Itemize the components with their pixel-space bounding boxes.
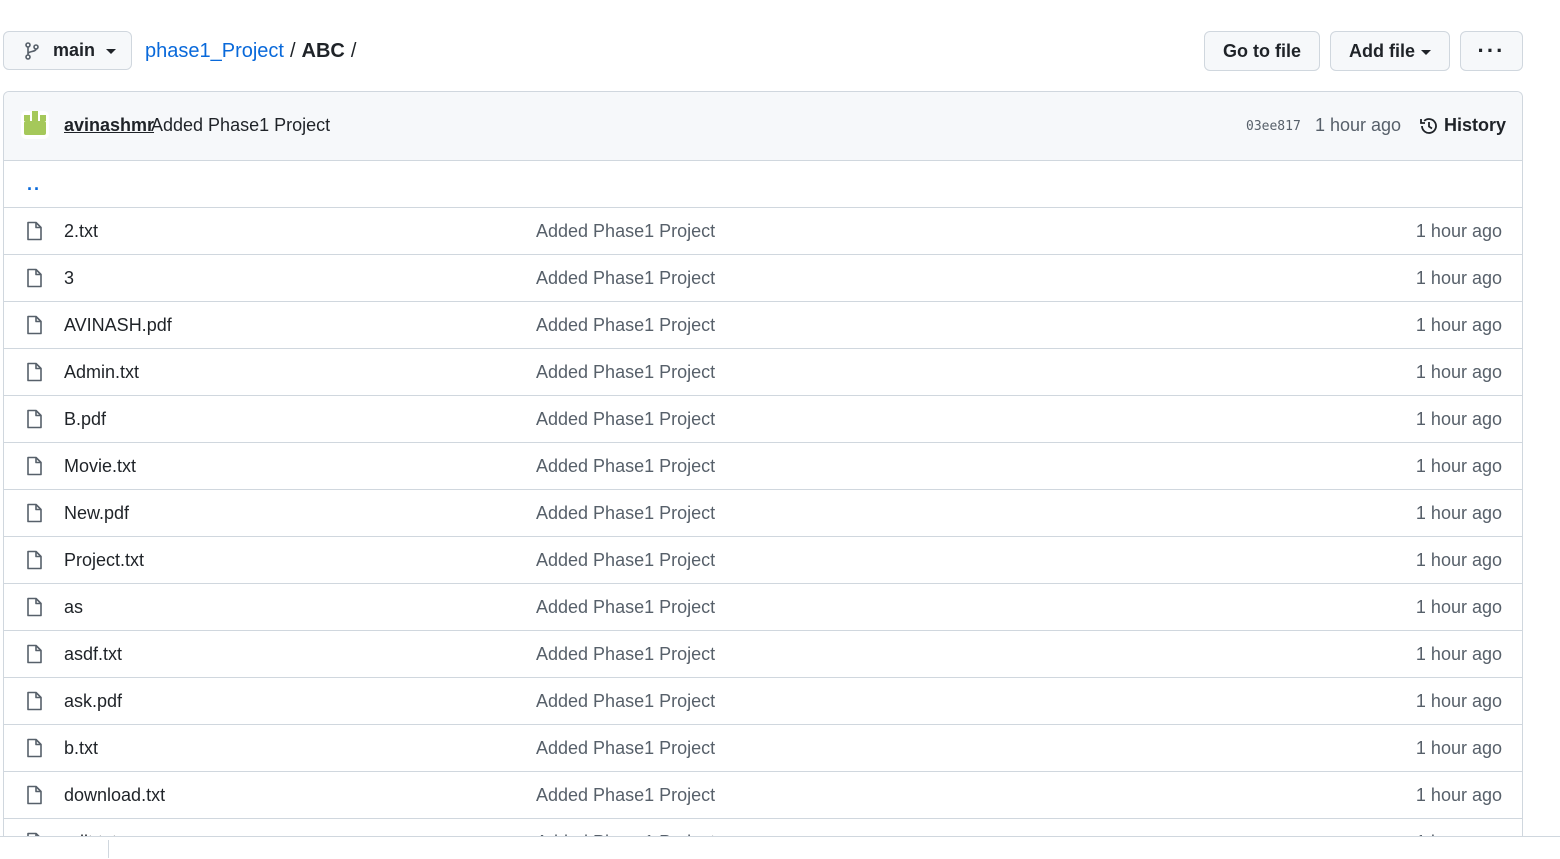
go-to-file-button[interactable]: Go to file: [1204, 31, 1320, 71]
breadcrumb-repo-link[interactable]: phase1_Project: [145, 40, 284, 63]
file-commit-age: 1 hour ago: [1415, 221, 1502, 241]
file-commit-age: 1 hour ago: [1415, 362, 1502, 382]
file-name-link[interactable]: New.pdf: [64, 503, 129, 524]
file-list: 2.txt Added Phase1 Project 1 hour ago 3 Adde…: [4, 208, 1522, 859]
file-row[interactable]: 2.txt Added Phase1 Project 1 hour ago: [4, 208, 1522, 255]
file-name-link[interactable]: 3: [64, 268, 74, 289]
file-row[interactable]: B.pdf Added Phase1 Project 1 hour ago: [4, 396, 1522, 443]
file-row[interactable]: download.txt Added Phase1 Project 1 hour a…: [4, 772, 1522, 819]
file-name-link[interactable]: 2.txt: [64, 221, 98, 242]
file-icon: [25, 691, 43, 711]
file-icon: [25, 362, 43, 382]
history-icon: [1419, 116, 1439, 136]
go-to-file-label: Go to file: [1223, 40, 1301, 61]
breadcrumb: phase1_Project / ABC /: [145, 40, 362, 63]
file-row[interactable]: Project.txt Added Phase1 Project 1 hour ag…: [4, 537, 1522, 584]
file-row[interactable]: AVINASH.pdf Added Phase1 Project 1 hour ag…: [4, 302, 1522, 349]
bottom-bar: [0, 837, 1560, 859]
commit-time: 1 hour ago: [1315, 115, 1402, 135]
file-commit-age: 1 hour ago: [1415, 550, 1502, 570]
file-browser: avinashmr Added Phase1 Project 03ee817 1…: [3, 91, 1523, 859]
file-icon: [25, 456, 43, 476]
commit-message-link[interactable]: Added Phase1 Project: [151, 115, 330, 136]
file-commit-message-link[interactable]: Added Phase1 Project: [536, 550, 715, 571]
file-name-link[interactable]: Movie.txt: [64, 456, 136, 477]
parent-directory-link[interactable]: ..: [27, 174, 41, 195]
file-icon: [25, 503, 43, 523]
caret-down-icon: [106, 49, 117, 54]
file-row[interactable]: Movie.txt Added Phase1 Project 1 hour ago: [4, 443, 1522, 490]
file-commit-message-link[interactable]: Added Phase1 Project: [536, 503, 715, 524]
file-name-link[interactable]: AVINASH.pdf: [64, 315, 172, 336]
caret-down-icon: [1421, 49, 1431, 55]
file-name-link[interactable]: ask.pdf: [64, 691, 122, 712]
file-commit-age: 1 hour ago: [1415, 315, 1502, 335]
git-branch-icon: [24, 41, 40, 60]
file-commit-message-link[interactable]: Added Phase1 Project: [536, 221, 715, 242]
file-commit-age: 1 hour ago: [1415, 456, 1502, 476]
file-row[interactable]: as Added Phase1 Project 1 hour ago: [4, 584, 1522, 631]
file-icon: [25, 409, 43, 429]
file-name-link[interactable]: B.pdf: [64, 409, 106, 430]
history-link[interactable]: History: [1419, 115, 1506, 136]
breadcrumb-separator: /: [289, 40, 296, 62]
file-icon: [25, 738, 43, 758]
avatar[interactable]: [21, 111, 49, 139]
history-label: History: [1444, 115, 1507, 135]
file-name-link[interactable]: Admin.txt: [64, 362, 139, 383]
file-row[interactable]: Admin.txt Added Phase1 Project 1 hour ago: [4, 349, 1522, 396]
file-commit-message-link[interactable]: Added Phase1 Project: [536, 691, 715, 712]
file-commit-age: 1 hour ago: [1415, 268, 1502, 288]
file-commit-age: 1 hour ago: [1415, 503, 1502, 523]
file-commit-message-link[interactable]: Added Phase1 Project: [536, 644, 715, 665]
file-commit-message-link[interactable]: Added Phase1 Project: [536, 409, 715, 430]
breadcrumb-current-dir: ABC: [301, 40, 345, 62]
file-commit-age: 1 hour ago: [1415, 597, 1502, 617]
file-row[interactable]: asdf.txt Added Phase1 Project 1 hour ago: [4, 631, 1522, 678]
breadcrumb-trailing-separator: /: [350, 40, 357, 62]
parent-directory-row[interactable]: ..: [4, 161, 1522, 208]
file-name-link[interactable]: Project.txt: [64, 550, 144, 571]
file-name-link[interactable]: as: [64, 597, 83, 618]
more-options-button[interactable]: ···: [1460, 31, 1523, 71]
file-commit-age: 1 hour ago: [1415, 644, 1502, 664]
file-name-link[interactable]: asdf.txt: [64, 644, 122, 665]
latest-commit-header: avinashmr Added Phase1 Project 03ee817 1…: [4, 92, 1522, 161]
file-icon: [25, 644, 43, 664]
add-file-button[interactable]: Add file: [1330, 31, 1450, 71]
branch-label: main: [53, 40, 96, 60]
file-commit-message-link[interactable]: Added Phase1 Project: [536, 456, 715, 477]
file-commit-age: 1 hour ago: [1415, 409, 1502, 429]
file-row[interactable]: 3 Added Phase1 Project 1 hour ago: [4, 255, 1522, 302]
file-row[interactable]: New.pdf Added Phase1 Project 1 hour ago: [4, 490, 1522, 537]
commit-author-link[interactable]: avinashmr: [64, 115, 154, 136]
file-commit-age: 1 hour ago: [1415, 691, 1502, 711]
file-commit-message-link[interactable]: Added Phase1 Project: [536, 597, 715, 618]
file-commit-message-link[interactable]: Added Phase1 Project: [536, 268, 715, 289]
divider: [108, 840, 109, 858]
file-icon: [25, 550, 43, 570]
file-icon: [25, 597, 43, 617]
commit-sha-link[interactable]: 03ee817: [1246, 119, 1301, 134]
file-icon: [25, 785, 43, 805]
file-commit-message-link[interactable]: Added Phase1 Project: [536, 738, 715, 759]
file-commit-message-link[interactable]: Added Phase1 Project: [536, 315, 715, 336]
file-row[interactable]: b.txt Added Phase1 Project 1 hour ago: [4, 725, 1522, 772]
file-commit-age: 1 hour ago: [1415, 785, 1502, 805]
file-commit-message-link[interactable]: Added Phase1 Project: [536, 785, 715, 806]
file-row[interactable]: ask.pdf Added Phase1 Project 1 hour ago: [4, 678, 1522, 725]
file-name-link[interactable]: download.txt: [64, 785, 165, 806]
kebab-horizontal-icon: ···: [1477, 38, 1506, 63]
branch-select-button[interactable]: main: [3, 31, 132, 70]
file-icon: [25, 315, 43, 335]
repo-toolbar: main phase1_Project / ABC / Go to file A…: [0, 0, 1560, 91]
file-commit-age: 1 hour ago: [1415, 738, 1502, 758]
file-icon: [25, 221, 43, 241]
file-commit-message-link[interactable]: Added Phase1 Project: [536, 362, 715, 383]
file-name-link[interactable]: b.txt: [64, 738, 98, 759]
add-file-label: Add file: [1349, 40, 1415, 61]
file-icon: [25, 268, 43, 288]
